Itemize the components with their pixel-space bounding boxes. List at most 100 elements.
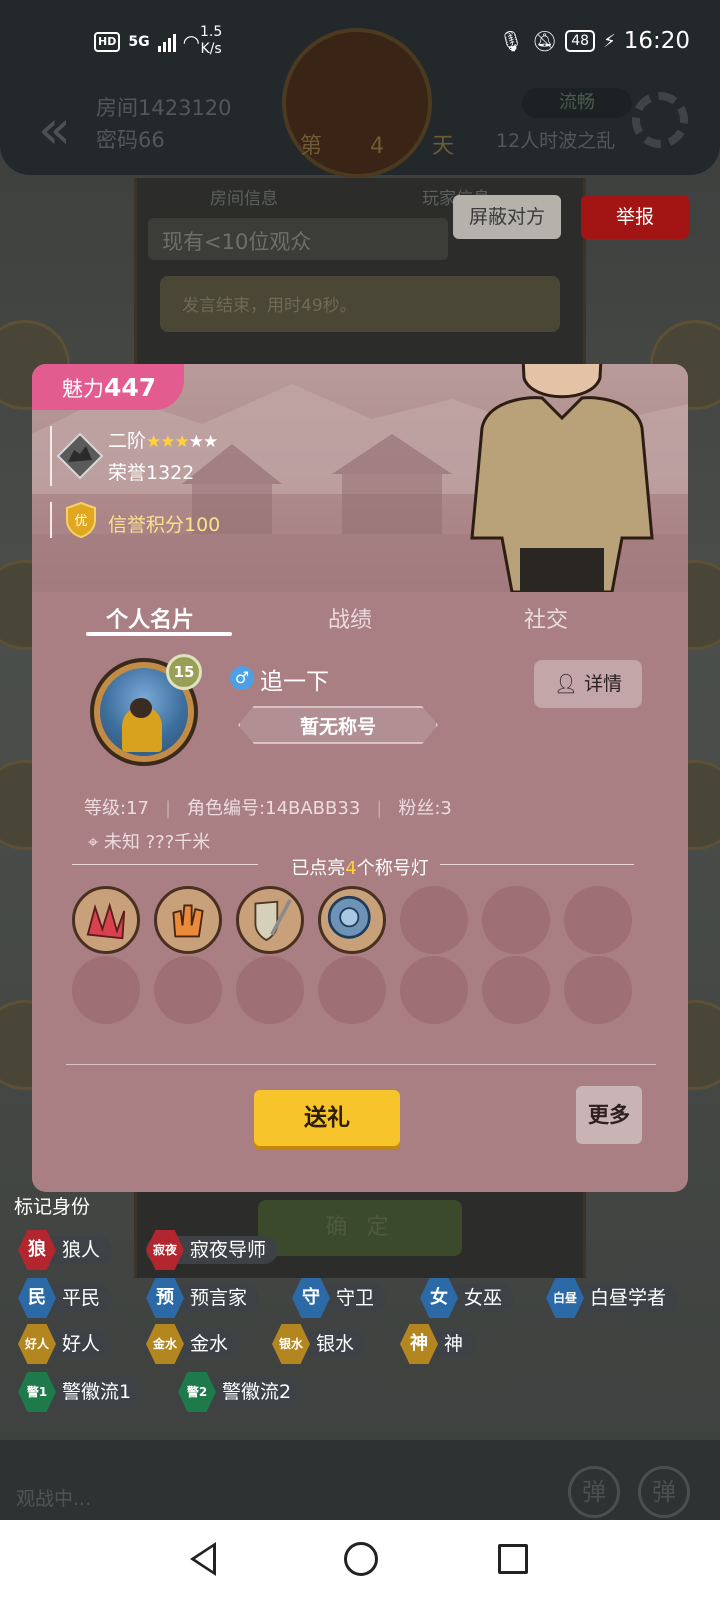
connection-status: 流畅 — [522, 88, 632, 118]
role-id: 角色编号:14BABB33 — [187, 798, 361, 819]
male-gender-icon: ♂ — [230, 666, 254, 690]
empty-lamp-slot — [400, 956, 468, 1024]
mark-identity-title: 标记身份 — [14, 1196, 91, 1218]
charm-label: 魅力 — [62, 377, 104, 401]
lamps-count: 4 — [345, 858, 357, 879]
identity-tag[interactable]: 白昼 白昼学者 — [546, 1278, 679, 1318]
identity-tag-label: 银水 — [316, 1333, 355, 1355]
identity-tag-label: 平民 — [62, 1287, 101, 1309]
identity-tag[interactable]: 神神 — [400, 1324, 476, 1364]
identity-tag[interactable]: 狼狼人 — [18, 1230, 113, 1270]
system-message: 发言结束，用时49秒。 — [160, 276, 560, 332]
charm-badge: 魅力447 — [32, 364, 184, 410]
identity-tag-label: 神 — [444, 1333, 464, 1355]
credit-score: 信誉积分100 — [108, 514, 221, 536]
character-portrait-icon — [470, 364, 654, 592]
title-plate: 暂无称号 — [238, 706, 438, 744]
detail-label: 详情 — [584, 673, 623, 695]
room-password: 密码66 — [96, 128, 165, 152]
room-info: 房间1423120 密码66 — [96, 92, 232, 156]
empty-lamp-slot — [482, 886, 550, 954]
game-mode: 12人时波之乱 — [496, 130, 616, 152]
identity-tag-label: 好人 — [62, 1333, 101, 1355]
identity-tag[interactable]: 好人 好人 — [18, 1324, 113, 1364]
rank-name: 二阶★★★★★ — [108, 426, 218, 453]
report-button[interactable]: 举报 — [581, 195, 689, 239]
hand-cards-icon[interactable] — [154, 886, 222, 954]
detail-button[interactable]: 👤︎ 详情 — [534, 660, 642, 708]
bullet-comment-button[interactable]: 弹 — [568, 1466, 620, 1518]
confirm-button[interactable]: 确 定 — [258, 1200, 462, 1256]
avatar-head — [130, 698, 152, 718]
status-bar: HD 5G ◠ 1.5 K/s 🎙︎ 🔕︎ 48 ⚡ 16:20 — [0, 0, 720, 80]
gear-orb-icon[interactable] — [318, 886, 386, 954]
lamps-suffix: 个称号灯 — [356, 858, 429, 879]
level-text: 等级:17 — [84, 798, 149, 819]
wolf-claw-icon[interactable] — [72, 886, 140, 954]
microphone-icon: 🎙︎ — [498, 29, 524, 53]
title-text: 暂无称号 — [299, 716, 376, 738]
rank-tier: 二阶 — [108, 430, 147, 452]
tab-record[interactable]: 战绩 — [328, 602, 372, 634]
more-button[interactable]: 更多 — [576, 1086, 642, 1144]
identity-tag[interactable]: 警2 警徽流2 — [178, 1372, 304, 1412]
identity-tag-label: 守卫 — [336, 1287, 375, 1309]
navigation-bar — [0, 1520, 720, 1600]
identity-tag[interactable]: 民平民 — [18, 1278, 113, 1318]
shield-sword-icon[interactable] — [236, 886, 304, 954]
tab-social[interactable]: 社交 — [524, 602, 568, 634]
profile-stats: 等级:17 | 角色编号:14BABB33 | 粉丝:3 — [84, 798, 452, 819]
honor-points: 荣誉1322 — [108, 462, 195, 484]
location-pin-icon: ⌖ — [88, 832, 104, 853]
identity-tag[interactable]: 守守卫 — [292, 1278, 387, 1318]
identity-tag[interactable]: 银水 银水 — [272, 1324, 367, 1364]
credit-shield-icon: 优 — [66, 502, 96, 538]
credit-badge-text: 优 — [74, 514, 87, 529]
identity-tag[interactable]: 金水 金水 — [146, 1324, 241, 1364]
person-icon: 👤︎ — [553, 673, 585, 695]
battery-icon: 48 — [565, 30, 596, 52]
identity-tag[interactable]: 女女巫 — [420, 1278, 515, 1318]
settings-gear-icon — [632, 92, 688, 148]
network-speed: 1.5 K/s — [200, 24, 222, 58]
location: ⌖ 未知 ???千米 — [88, 828, 210, 854]
empty-lamp-slot — [564, 956, 632, 1024]
empty-lamp-slot — [318, 956, 386, 1024]
send-gift-button[interactable]: 送礼 — [254, 1090, 400, 1146]
empty-lamp-slot — [154, 956, 222, 1024]
profile-card: 魅力447 二阶★★★★★ 荣誉1322 优 信誉积分100 个人名片 战绩 社… — [32, 364, 688, 1192]
network-type: 5G — [128, 34, 150, 50]
credit-divider — [50, 502, 52, 538]
speed-value: 1.5 — [200, 24, 223, 40]
mute-bell-icon: 🔕︎ — [531, 29, 558, 53]
rank-stars: ★★★★★ — [146, 432, 218, 452]
active-tab-indicator — [86, 632, 232, 636]
nav-home-icon[interactable] — [344, 1542, 378, 1576]
level-badge: 15 — [166, 654, 202, 690]
viewer-count: 现有<10位观众 — [148, 218, 448, 260]
lamps-prefix: 已点亮 — [291, 858, 346, 879]
rank-divider — [50, 426, 52, 486]
nav-recents-icon[interactable] — [498, 1544, 528, 1574]
back-chevron-icon: « — [38, 98, 72, 161]
card-divider — [66, 1064, 656, 1065]
nav-back-inner — [195, 1547, 213, 1571]
clock: 16:20 — [623, 28, 690, 54]
bullet-comment-button[interactable]: 弹 — [638, 1466, 690, 1518]
identity-tag[interactable]: 预预言家 — [146, 1278, 260, 1318]
identity-tag[interactable]: 警1 警徽流1 — [18, 1372, 144, 1412]
identity-tag[interactable]: 寂夜 寂夜导师 — [146, 1230, 279, 1270]
empty-lamp-slot — [400, 886, 468, 954]
room-number: 房间1423120 — [96, 96, 232, 120]
identity-tag-label: 女巫 — [464, 1287, 503, 1309]
watching-label: 观战中... — [16, 1488, 92, 1510]
charm-value: 447 — [104, 373, 157, 402]
identity-tag-label: 警徽流2 — [222, 1381, 292, 1403]
title-lamps-heading: 已点亮4个称号灯 — [32, 854, 688, 880]
identity-tag-label: 白昼学者 — [590, 1287, 667, 1309]
identity-tag-label: 金水 — [190, 1333, 229, 1355]
tab-personal-card[interactable]: 个人名片 — [106, 602, 194, 634]
tab-room-info: 房间信息 — [210, 189, 278, 209]
block-button[interactable]: 屏蔽对方 — [453, 195, 561, 239]
fans-count: 粉丝:3 — [398, 798, 452, 819]
